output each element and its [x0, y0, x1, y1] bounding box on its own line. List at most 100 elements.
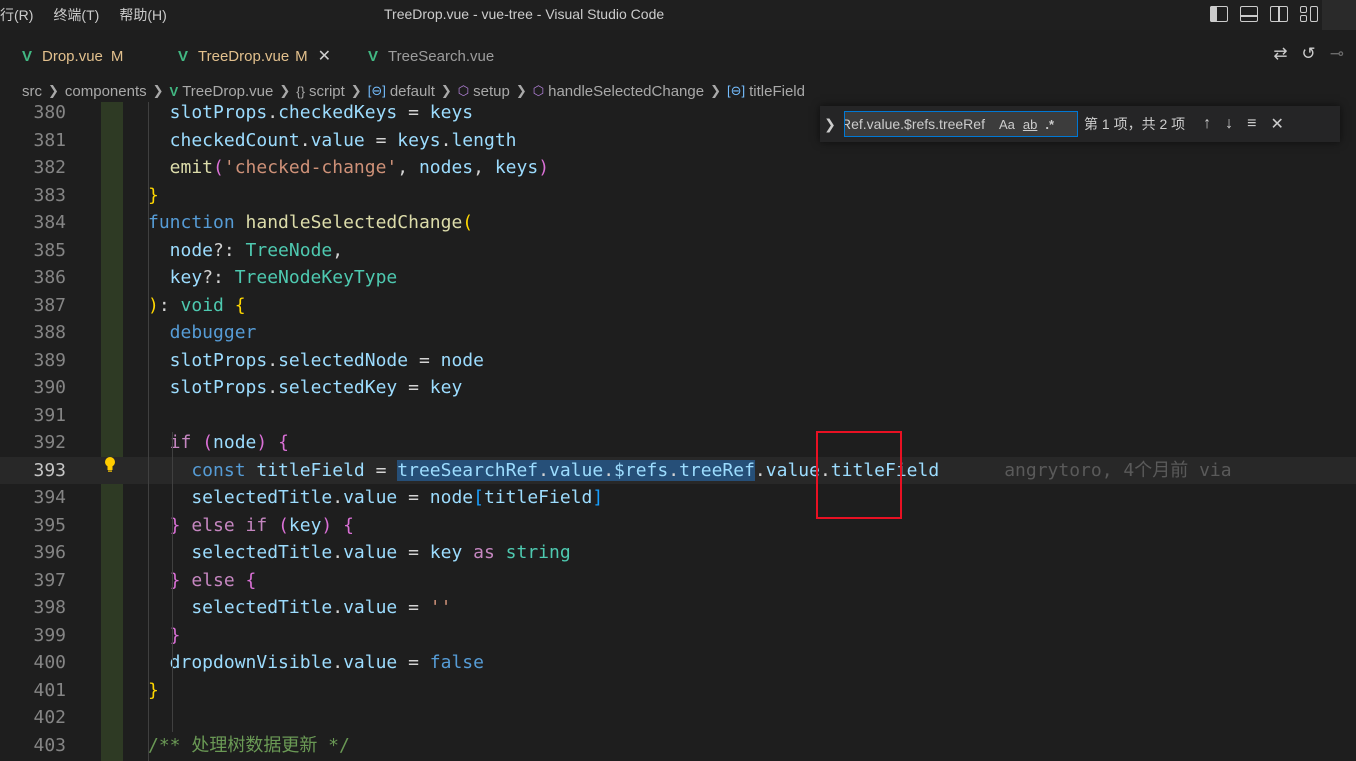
code-line[interactable]: 386 key?: TreeNodeKeyType — [0, 264, 1356, 292]
find-input[interactable]: Ref.value.$refs.treeRef Aa ab .* — [844, 111, 1078, 137]
chevron-right-icon: ❯ — [710, 83, 721, 98]
code-line[interactable]: 392 if (node) { — [0, 429, 1356, 457]
menu-run[interactable]: 行(R) — [0, 5, 43, 25]
code-line[interactable]: 395 } else if (key) { — [0, 512, 1356, 540]
line-number: 390 — [33, 377, 66, 398]
code-line[interactable]: 384 function handleSelectedChange( — [0, 209, 1356, 237]
vue-file-icon: V — [178, 47, 189, 65]
menu-help[interactable]: 帮助(H) — [119, 5, 176, 25]
code-text: selectedTitle.value = '' — [148, 597, 452, 618]
open-changes-icon[interactable]: ⇄ — [1273, 44, 1287, 64]
menu-bar: 行(R) 终端(T) 帮助(H) — [0, 5, 177, 25]
code-text: key?: TreeNodeKeyType — [148, 267, 398, 288]
code-line[interactable]: 390 slotProps.selectedKey = key — [0, 374, 1356, 402]
line-number: 394 — [33, 487, 66, 508]
tab-treesearch-vue[interactable]: V TreeSearch.vue — [368, 38, 494, 74]
code-text: slotProps.checkedKeys = keys — [148, 102, 474, 123]
toggle-secondary-sidebar-icon[interactable] — [1270, 5, 1288, 23]
breadcrumb-handleselectedchange[interactable]: handleSelectedChange — [548, 83, 704, 100]
tab-treedrop-vue[interactable]: V TreeDrop.vue M ✕ — [178, 38, 331, 74]
code-editor[interactable]: 380 slotProps.checkedKeys = keys 381 chec… — [0, 102, 1356, 761]
breadcrumb-setup[interactable]: setup — [473, 83, 510, 100]
chevron-right-icon[interactable]: ❯ — [820, 116, 840, 133]
breadcrumb-script[interactable]: script — [309, 83, 345, 100]
lightbulb-icon[interactable] — [103, 456, 117, 472]
menu-terminal[interactable]: 终端(T) — [53, 5, 109, 25]
code-line[interactable]: 401} — [0, 677, 1356, 705]
code-line[interactable]: 398 selectedTitle.value = '' — [0, 594, 1356, 622]
toggle-panel-icon[interactable] — [1240, 5, 1258, 23]
code-line[interactable]: 382 emit('checked-change', nodes, keys) — [0, 154, 1356, 182]
go-back-icon[interactable]: ↺ — [1302, 44, 1316, 64]
tab-label: Drop.vue — [42, 47, 103, 65]
close-icon[interactable]: ✕ — [1270, 114, 1283, 134]
line-number: 380 — [33, 102, 66, 123]
breadcrumb-file[interactable]: TreeDrop.vue — [182, 83, 273, 100]
breadcrumb-default[interactable]: default — [390, 83, 435, 100]
tab-label: TreeDrop.vue — [198, 47, 290, 65]
use-regex-toggle[interactable]: .* — [1045, 117, 1054, 132]
code-line[interactable]: 385 node?: TreeNode, — [0, 237, 1356, 265]
layout-controls — [1210, 5, 1318, 23]
code-line[interactable]: 402 — [0, 704, 1356, 732]
breadcrumb-components[interactable]: components — [65, 83, 147, 100]
line-number: 391 — [33, 404, 66, 426]
match-case-toggle[interactable]: Aa — [999, 117, 1015, 132]
tab-drop-vue[interactable]: V Drop.vue M — [22, 38, 123, 74]
code-text: slotProps.selectedNode = node — [148, 349, 484, 371]
line-number: 400 — [33, 652, 66, 673]
line-number: 398 — [33, 597, 66, 618]
window-minimize-area[interactable] — [1322, 0, 1356, 30]
code-text: } — [148, 624, 181, 646]
code-text: } else { — [148, 569, 257, 591]
variable-icon: [⊖] — [367, 83, 386, 98]
code-line[interactable]: 399 } — [0, 622, 1356, 650]
code-text: function handleSelectedChange( — [148, 212, 474, 233]
line-number: 388 — [33, 322, 66, 343]
line-number: 381 — [33, 129, 66, 151]
code-text: if (node) { — [148, 432, 289, 453]
line-number: 399 — [33, 624, 66, 646]
git-blame-annotation: angrytoro, 4个月前 via — [939, 459, 1232, 481]
code-text: selectedTitle.value = key as string — [148, 542, 571, 563]
code-line[interactable]: 403 /** 处理树数据更新 */ — [0, 732, 1356, 760]
find-result-count: 第 1 项，共 2 项 — [1084, 116, 1186, 132]
find-in-selection-icon[interactable]: ≡ — [1247, 115, 1256, 133]
code-line[interactable]: 394 selectedTitle.value = node[titleFiel… — [0, 484, 1356, 512]
code-line[interactable]: 383} — [0, 182, 1356, 210]
toggle-primary-sidebar-icon[interactable] — [1210, 5, 1228, 23]
chevron-right-icon: ❯ — [515, 83, 527, 98]
line-number: 389 — [33, 349, 66, 371]
code-text: /** 处理树数据更新 */ — [148, 734, 350, 756]
modified-badge: M — [295, 47, 308, 65]
arrow-up-icon[interactable]: ↑ — [1203, 115, 1211, 133]
find-input-value[interactable]: Ref.value.$refs.treeRef — [845, 116, 991, 132]
match-whole-word-toggle[interactable]: ab — [1023, 117, 1037, 132]
chevron-right-icon: ❯ — [350, 83, 362, 98]
customize-layout-icon[interactable] — [1300, 5, 1318, 23]
code-line[interactable]: 396 selectedTitle.value = key as string — [0, 539, 1356, 567]
editor-actions: ⇄ ↺ ⊸ — [1273, 44, 1344, 64]
line-number: 392 — [33, 432, 66, 453]
code-text: ): void { — [148, 294, 246, 316]
code-line[interactable]: 397 } else { — [0, 567, 1356, 595]
go-forward-icon[interactable]: ⊸ — [1330, 44, 1344, 64]
breadcrumb-titlefield[interactable]: titleField — [749, 83, 805, 100]
method-cube-icon: ⬡ — [457, 83, 470, 98]
code-line[interactable]: 393 const titleField = treeSearchRef.val… — [0, 456, 1356, 484]
line-number: 402 — [33, 707, 66, 728]
breadcrumb-src[interactable]: src — [22, 83, 42, 100]
code-line[interactable]: 387): void { — [0, 292, 1356, 320]
code-line[interactable]: 400 dropdownVisible.value = false — [0, 649, 1356, 677]
code-line[interactable]: 389 slotProps.selectedNode = node — [0, 347, 1356, 375]
indent-guide — [172, 432, 173, 732]
code-line[interactable]: 391 — [0, 402, 1356, 430]
code-text: } — [148, 679, 159, 701]
braces-icon: {} — [296, 83, 305, 99]
chevron-right-icon: ❯ — [279, 83, 291, 98]
line-number: 386 — [33, 267, 66, 288]
code-line[interactable]: 388 debugger — [0, 319, 1356, 347]
arrow-down-icon[interactable]: ↓ — [1225, 115, 1233, 133]
close-icon[interactable]: ✕ — [318, 46, 331, 66]
line-number: 396 — [33, 542, 66, 563]
